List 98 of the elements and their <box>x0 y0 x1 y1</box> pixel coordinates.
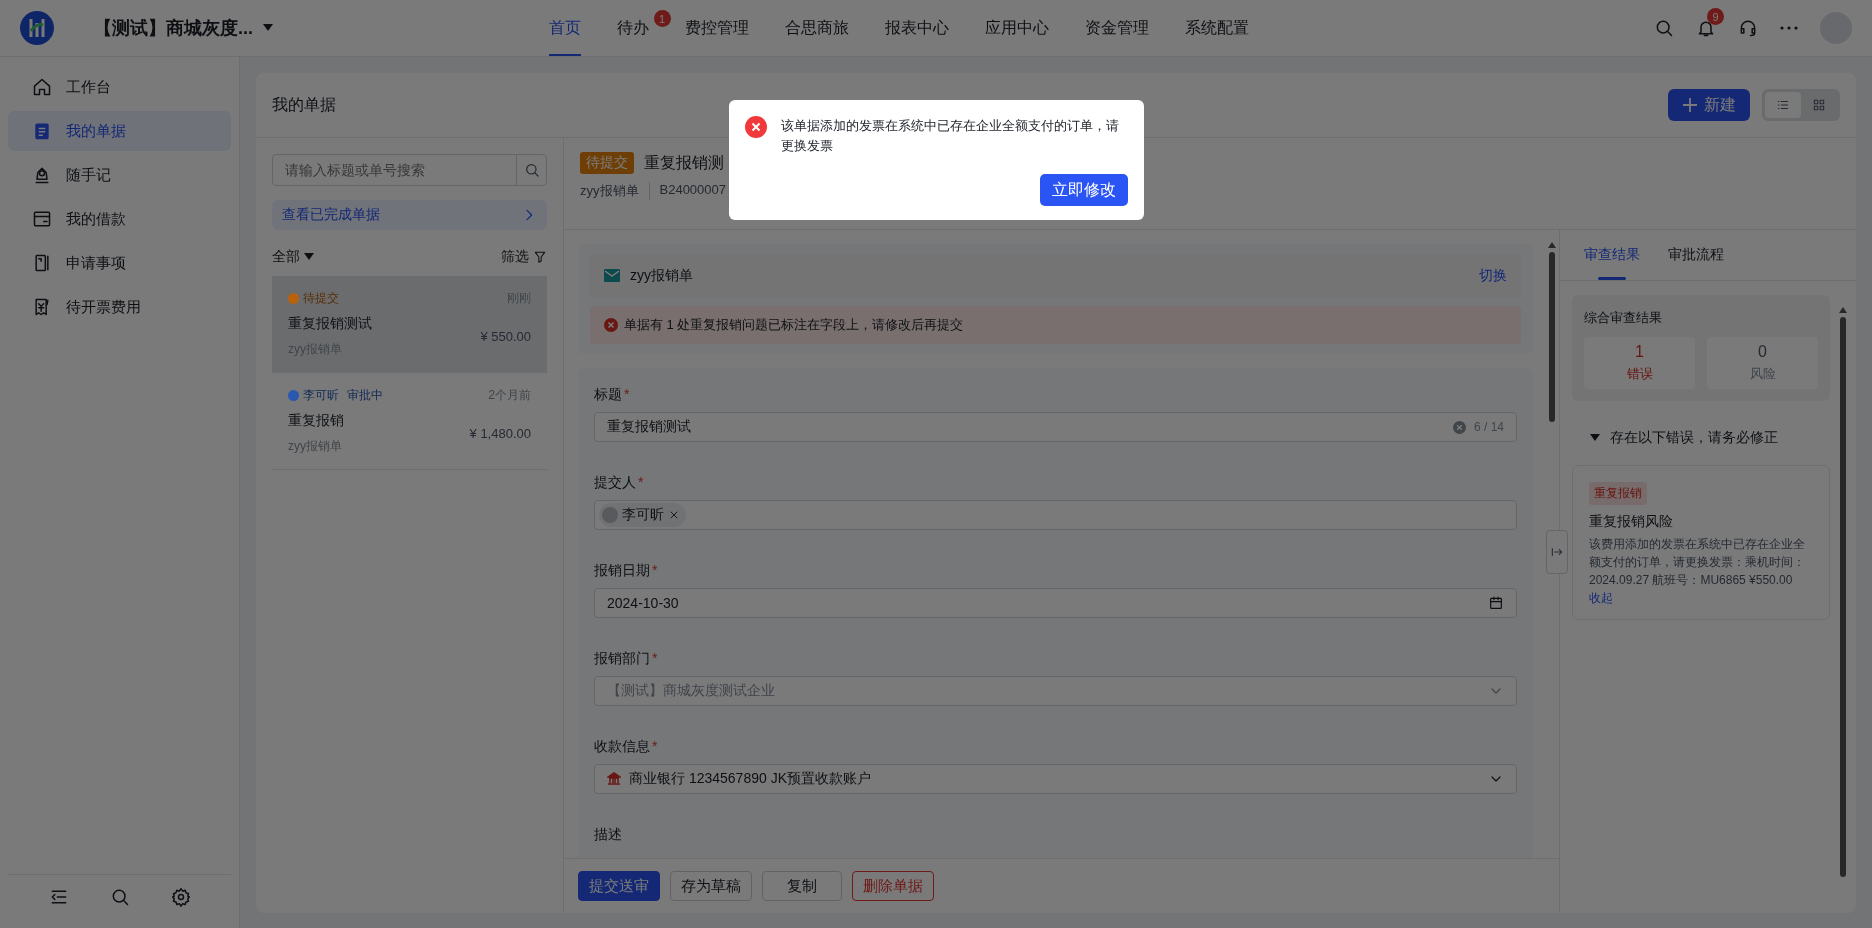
filter-button[interactable]: 筛选 <box>501 248 547 266</box>
search-icon <box>1654 18 1674 38</box>
issue-title: 重复报销风险 <box>1589 513 1674 531</box>
nav-tab[interactable]: 资金管理 <box>1066 0 1167 56</box>
review-tab[interactable]: 审批流程 <box>1668 230 1724 280</box>
logo-icon <box>20 11 54 45</box>
calendar-icon <box>1488 595 1504 611</box>
scroll-up-icon[interactable] <box>1839 307 1847 313</box>
error-banner: 单据有 1 处重复报销问题已标注在字段上，请修改后再提交 <box>590 306 1521 344</box>
action-button[interactable]: 存为草稿 <box>670 871 752 901</box>
review-tab[interactable]: 审查结果 <box>1584 230 1640 280</box>
sidebar-item[interactable]: 工作台 <box>8 67 231 107</box>
filter-icon <box>533 250 547 264</box>
search-bar[interactable]: 请输入标题或单号搜索 <box>272 154 547 186</box>
fix-now-button[interactable]: 立即修改 <box>1040 174 1128 206</box>
field-label: 报销部门 <box>594 650 650 668</box>
status-tag: 待提交 <box>580 152 634 174</box>
list-view-button[interactable] <box>1765 92 1801 118</box>
page-title: 我的单据 <box>272 94 337 115</box>
collapse-panel-button[interactable] <box>1546 530 1568 574</box>
stat-card: 1 错误 <box>1584 337 1695 389</box>
required-mark: * <box>652 562 658 580</box>
sidebar-item[interactable]: 待开票费用 <box>8 287 231 327</box>
action-button[interactable]: 删除单据 <box>852 871 934 901</box>
issue-tag: 重复报销 <box>1589 482 1647 505</box>
switch-link[interactable]: 切换 <box>1479 267 1507 285</box>
template-name: zyy报销单 <box>630 267 694 285</box>
field-label: 提交人 <box>594 474 636 492</box>
completed-documents-link[interactable]: 查看已完成单据 <box>272 200 547 230</box>
list-icon <box>1776 98 1790 112</box>
scroll-up-icon[interactable] <box>1548 242 1556 248</box>
clear-icon[interactable] <box>1452 420 1466 434</box>
collapse-link[interactable]: 收起 <box>1589 590 1613 607</box>
home-icon <box>32 77 52 97</box>
headset-icon <box>1738 18 1758 38</box>
sidebar-item[interactable]: 申请事项 <box>8 243 231 283</box>
field-label: 收款信息 <box>594 738 650 756</box>
document-title: 重复报销测 <box>644 152 724 173</box>
status-label: 审批中 <box>347 387 383 404</box>
receipt-icon <box>32 297 52 317</box>
search-field[interactable]: 请输入标题或单号搜索 <box>273 155 516 185</box>
arrow-right-icon <box>1550 545 1564 559</box>
nav-tab[interactable]: 应用中心 <box>966 0 1067 56</box>
nav-tab[interactable]: 首页 <box>530 0 599 56</box>
count-badge: 1 <box>653 10 671 27</box>
nav-tab[interactable]: 合思商旅 <box>766 0 867 56</box>
section-title: 存在以下错误，请务必修正 <box>1610 429 1778 447</box>
title-input[interactable]: 重复报销测试 6 / 14 <box>594 412 1517 442</box>
application-icon <box>32 253 52 273</box>
caret-icon <box>304 253 314 261</box>
caret-icon[interactable] <box>263 24 273 32</box>
field-label: 标题 <box>594 386 622 404</box>
nav-tab[interactable]: 系统配置 <box>1166 0 1267 56</box>
field-label: 描述 <box>594 826 622 844</box>
document-title: 重复报销测试 <box>288 315 373 333</box>
wallet-icon <box>32 209 52 229</box>
character-counter: 6 / 14 <box>1473 420 1504 434</box>
more-icon[interactable] <box>1780 26 1798 30</box>
organization-name[interactable]: 【测试】商城灰度... <box>94 16 253 40</box>
scope-dropdown[interactable]: 全部 <box>272 248 314 266</box>
form-type: zyy报销单 <box>580 182 639 200</box>
summary-title: 综合审查结果 <box>1584 309 1663 327</box>
close-icon <box>668 509 680 521</box>
sidebar-item[interactable]: 我的借款 <box>8 199 231 239</box>
amount: ¥ 550.00 <box>480 329 531 344</box>
settings-icon <box>170 887 191 907</box>
document-number: B24000007 <box>659 182 726 199</box>
document-icon <box>32 121 52 141</box>
submitter-name: 李可昕 <box>303 387 339 404</box>
plus-icon <box>1682 97 1698 113</box>
dialog-message: 该单据添加的发票在系统中已存在企业全额支付的订单，请更换发票 <box>781 117 1120 155</box>
new-button[interactable]: 新建 <box>1668 89 1750 121</box>
status-label: 待提交 <box>303 290 339 307</box>
sidebar-item[interactable]: 随手记 <box>8 155 231 195</box>
count-badge: 9 <box>1707 8 1724 25</box>
submitter-field[interactable]: 李可昕 <box>594 500 1517 530</box>
caret-icon[interactable] <box>1590 434 1600 442</box>
required-mark: * <box>638 474 644 492</box>
field-label: 报销日期 <box>594 562 650 580</box>
issue-description: 该费用添加的发票在系统中已存在企业全额支付的订单，请更换发票：乘机时间：2024.09.27 航班号：MU6865 ¥550.00 收起 <box>1589 536 1806 607</box>
person-chip[interactable]: 李可昕 <box>599 503 686 527</box>
note-pin-icon <box>32 165 52 185</box>
date-field[interactable]: 2024-10-30 <box>594 588 1517 618</box>
nav-tab[interactable]: 报表中心 <box>866 0 967 56</box>
grid-icon <box>1812 98 1826 112</box>
required-mark: * <box>652 650 658 668</box>
action-button[interactable]: 提交送审 <box>578 871 660 901</box>
search-icon <box>523 162 540 178</box>
amount: ¥ 1,480.00 <box>469 426 531 441</box>
bank-icon <box>607 772 621 786</box>
document-title: 重复报销 <box>288 412 345 430</box>
error-icon <box>745 116 767 138</box>
mail-icon <box>604 269 620 283</box>
action-button[interactable]: 复制 <box>762 871 842 901</box>
sidebar-item[interactable]: 我的单据 <box>8 111 231 151</box>
required-mark: * <box>624 386 630 404</box>
payee-account-select[interactable]: 商业银行 1234567890 JK预置收款账户 <box>594 764 1517 794</box>
required-mark: * <box>652 738 658 756</box>
